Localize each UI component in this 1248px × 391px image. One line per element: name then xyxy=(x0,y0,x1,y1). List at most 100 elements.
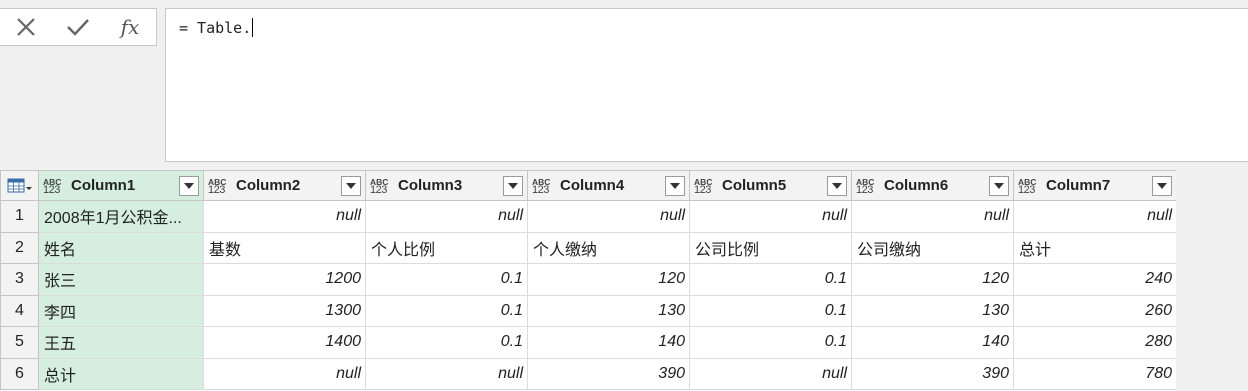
filter-dropdown-button[interactable] xyxy=(1152,175,1172,196)
table-cell[interactable]: 240 xyxy=(1013,263,1176,296)
table-cell[interactable]: 姓名 xyxy=(38,231,204,264)
table-cell[interactable]: 130 xyxy=(527,294,690,327)
any-type-icon[interactable]: ABC 123 xyxy=(1018,177,1046,195)
table-cell[interactable]: 0.1 xyxy=(365,263,528,296)
table-cell[interactable]: null xyxy=(689,200,852,233)
chevron-down-icon xyxy=(994,182,1004,189)
row-number[interactable]: 3 xyxy=(0,263,39,296)
table-cell[interactable]: 个人缴纳 xyxy=(527,231,690,264)
table-cell[interactable]: 总计 xyxy=(1013,231,1176,264)
table-cell[interactable]: 王五 xyxy=(38,326,204,359)
table-row: 2 姓名 基数 个人比例 个人缴纳 公司比例 公司缴纳 总计 xyxy=(0,231,1176,264)
filter-dropdown-button[interactable] xyxy=(503,175,523,196)
table-cell[interactable]: null xyxy=(365,357,528,390)
table-cell[interactable]: null xyxy=(689,357,852,390)
grid-body: 1 2008年1月公积金... null null null null null null 2 姓… xyxy=(0,200,1176,390)
close-x-icon xyxy=(17,18,35,36)
table-cell[interactable]: 2008年1月公积金... xyxy=(38,200,204,233)
any-type-icon[interactable]: ABC 123 xyxy=(370,177,398,195)
column-header-label: Column7 xyxy=(1046,177,1111,194)
column-header[interactable]: ABC 123 Column5 xyxy=(689,170,852,201)
column-header[interactable]: ABC 123 Column2 xyxy=(203,170,366,201)
table-cell[interactable]: 公司缴纳 xyxy=(851,231,1014,264)
filter-dropdown-button[interactable] xyxy=(989,175,1009,196)
formula-text: = Table. xyxy=(179,19,252,37)
table-cell[interactable]: null xyxy=(203,200,366,233)
filter-dropdown-button[interactable] xyxy=(827,175,847,196)
chevron-down-icon xyxy=(670,182,680,189)
table-row: 1 2008年1月公积金... null null null null null null xyxy=(0,200,1176,233)
commit-button[interactable] xyxy=(52,9,104,45)
data-table: ABC 123 Column1 ABC 123 Column2 ABC 123 Column3 A… xyxy=(0,170,1176,390)
table-cell[interactable]: null xyxy=(1013,200,1176,233)
chevron-down-icon xyxy=(832,182,842,189)
table-cell[interactable]: 120 xyxy=(527,263,690,296)
table-cell[interactable]: 780 xyxy=(1013,357,1176,390)
any-type-icon[interactable]: ABC 123 xyxy=(856,177,884,195)
table-cell[interactable]: 张三 xyxy=(38,263,204,296)
table-cell[interactable]: 120 xyxy=(851,263,1014,296)
table-row: 3 张三 1200 0.1 120 0.1 120 240 xyxy=(0,263,1176,296)
table-cell[interactable]: null xyxy=(365,200,528,233)
row-number[interactable]: 6 xyxy=(0,357,39,390)
row-number[interactable]: 1 xyxy=(0,200,39,233)
filter-dropdown-button[interactable] xyxy=(341,175,361,196)
table-cell[interactable]: 390 xyxy=(527,357,690,390)
any-type-icon[interactable]: ABC 123 xyxy=(43,177,71,195)
chevron-down-icon xyxy=(1157,182,1167,189)
chevron-down-icon xyxy=(184,182,194,189)
table-cell[interactable]: 1400 xyxy=(203,326,366,359)
row-number[interactable]: 5 xyxy=(0,326,39,359)
column-header[interactable]: ABC 123 Column1 xyxy=(38,170,204,201)
column-header[interactable]: ABC 123 Column3 xyxy=(365,170,528,201)
table-cell[interactable]: 公司比例 xyxy=(689,231,852,264)
table-cell[interactable]: 130 xyxy=(851,294,1014,327)
table-cell[interactable]: 280 xyxy=(1013,326,1176,359)
filter-dropdown-button[interactable] xyxy=(179,175,199,196)
fx-icon: fx xyxy=(120,15,140,39)
column-header[interactable]: ABC 123 Column4 xyxy=(527,170,690,201)
table-cell[interactable]: 140 xyxy=(527,326,690,359)
column-header-label: Column1 xyxy=(71,177,136,194)
table-cell[interactable]: 0.1 xyxy=(689,294,852,327)
table-cell[interactable]: 390 xyxy=(851,357,1014,390)
formula-editor[interactable]: = Table. xyxy=(165,8,1248,162)
column-header-label: Column4 xyxy=(560,177,625,194)
insert-function-button[interactable]: fx xyxy=(104,9,156,45)
column-header[interactable]: ABC 123 Column6 xyxy=(851,170,1014,201)
data-grid: ABC 123 Column1 ABC 123 Column2 ABC 123 Column3 A… xyxy=(0,170,1176,391)
table-cell[interactable]: null xyxy=(527,200,690,233)
table-cell[interactable]: 0.1 xyxy=(689,326,852,359)
table-row: 5 王五 1400 0.1 140 0.1 140 280 xyxy=(0,326,1176,359)
row-number[interactable]: 4 xyxy=(0,294,39,327)
chevron-down-icon xyxy=(508,182,518,189)
table-cell[interactable]: 140 xyxy=(851,326,1014,359)
table-cell[interactable]: 总计 xyxy=(38,357,204,390)
any-type-icon[interactable]: ABC 123 xyxy=(694,177,722,195)
table-cell[interactable]: 基数 xyxy=(203,231,366,264)
cancel-button[interactable] xyxy=(0,9,52,45)
text-caret xyxy=(252,18,254,37)
column-header-label: Column6 xyxy=(884,177,949,194)
table-cell[interactable]: null xyxy=(851,200,1014,233)
table-cell[interactable]: 个人比例 xyxy=(365,231,528,264)
filter-dropdown-button[interactable] xyxy=(665,175,685,196)
chevron-down-icon xyxy=(346,182,356,189)
column-header-label: Column3 xyxy=(398,177,463,194)
table-cell[interactable]: 1200 xyxy=(203,263,366,296)
row-number[interactable]: 2 xyxy=(0,231,39,264)
table-cell[interactable]: 260 xyxy=(1013,294,1176,327)
column-header-label: Column2 xyxy=(236,177,301,194)
table-cell[interactable]: 0.1 xyxy=(365,294,528,327)
any-type-icon[interactable]: ABC 123 xyxy=(532,177,560,195)
table-icon xyxy=(7,178,32,192)
table-cell[interactable]: 1300 xyxy=(203,294,366,327)
table-cell[interactable]: 李四 xyxy=(38,294,204,327)
table-cell[interactable]: null xyxy=(203,357,366,390)
table-menu-button[interactable] xyxy=(0,170,39,201)
column-header[interactable]: ABC 123 Column7 xyxy=(1013,170,1176,201)
table-cell[interactable]: 0.1 xyxy=(689,263,852,296)
any-type-icon[interactable]: ABC 123 xyxy=(208,177,236,195)
table-cell[interactable]: 0.1 xyxy=(365,326,528,359)
formula-bar-buttons: fx xyxy=(0,8,157,46)
